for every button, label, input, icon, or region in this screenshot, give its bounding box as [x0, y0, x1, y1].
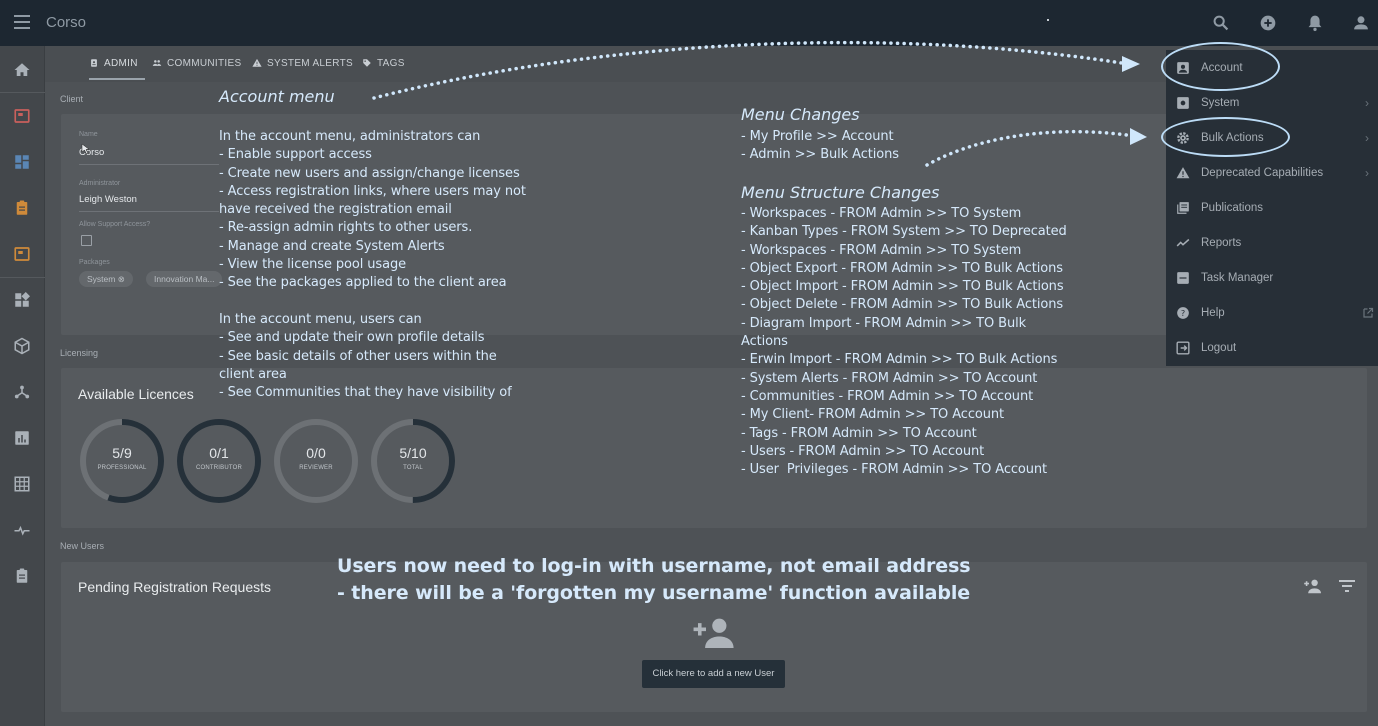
arrowhead-account-icon	[1122, 56, 1140, 72]
mouse-cursor-icon	[81, 143, 90, 155]
arrow-to-bulk-actions	[925, 129, 1136, 167]
annotation-arrows	[81, 40, 1147, 167]
arrowhead-bulk-actions-icon	[1130, 128, 1147, 145]
arrow-to-account	[372, 40, 1130, 100]
